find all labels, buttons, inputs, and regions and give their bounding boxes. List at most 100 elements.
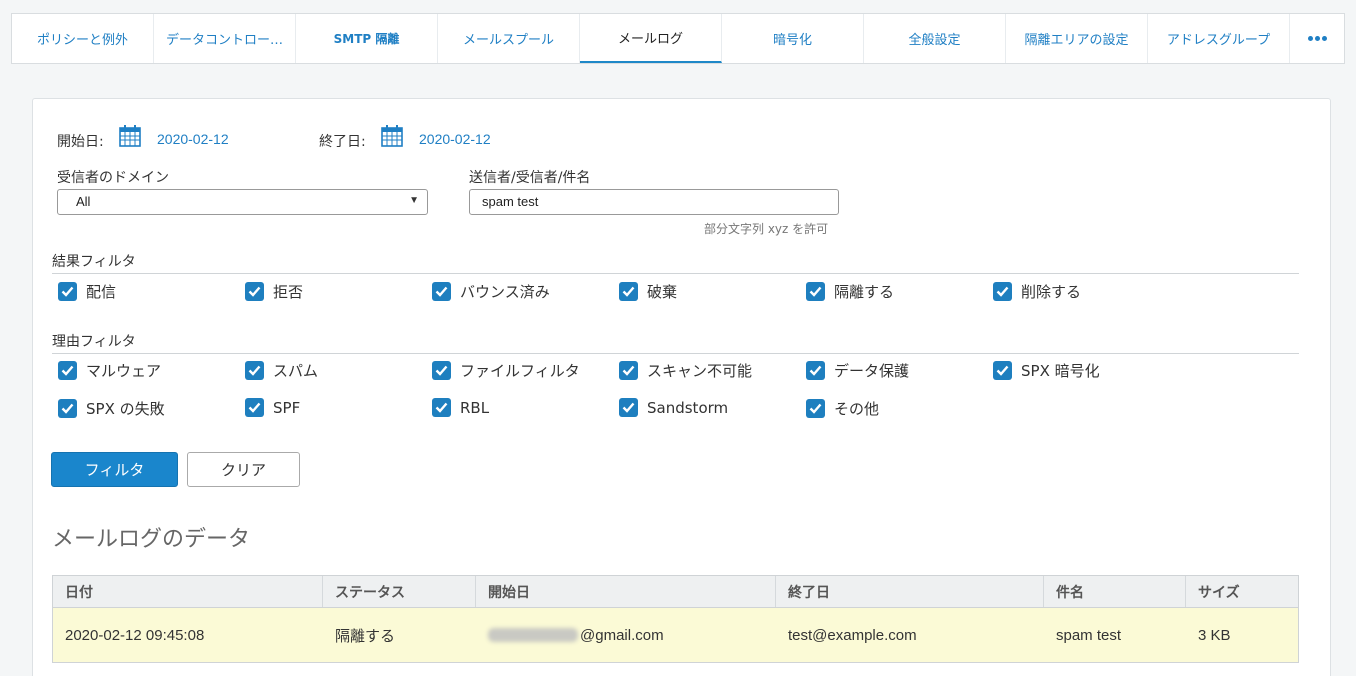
checkbox-label: 隔離する <box>834 283 895 301</box>
checkmark-icon <box>58 399 77 418</box>
checkbox-label: スキャン不可能 <box>647 362 753 380</box>
mail-log-table: 日付 ステータス 開始日 終了日 件名 サイズ 2020-02-12 09:45… <box>52 575 1299 663</box>
checkbox-quarantined[interactable]: 隔離する <box>806 281 894 302</box>
divider <box>52 273 1299 274</box>
checkbox-label: 削除する <box>1021 283 1082 301</box>
column-header-size[interactable]: サイズ <box>1186 576 1298 607</box>
cell-size: 3 KB <box>1198 626 1231 644</box>
checkmark-icon <box>806 399 825 418</box>
domain-select-value: All <box>76 194 91 209</box>
end-date-value[interactable]: 2020-02-12 <box>419 131 491 147</box>
checkbox-label: ファイルフィルタ <box>460 362 580 380</box>
checkbox-spx-encryption[interactable]: SPX 暗号化 <box>993 360 1100 381</box>
checkbox-label: マルウェア <box>86 362 162 380</box>
cell-date: 2020-02-12 09:45:08 <box>65 626 205 644</box>
checkbox-label: RBL <box>460 398 490 417</box>
checkmark-icon <box>619 398 638 417</box>
domain-label: 受信者のドメイン <box>57 170 169 186</box>
checkmark-icon <box>993 282 1012 301</box>
checkmark-icon <box>806 282 825 301</box>
checkbox-unscannable[interactable]: スキャン不可能 <box>619 360 752 381</box>
domain-select[interactable]: All ▼ <box>57 189 428 215</box>
calendar-icon[interactable] <box>119 125 141 147</box>
checkmark-icon <box>58 361 77 380</box>
cell-status: 隔離する <box>335 627 396 645</box>
search-label: 送信者/受信者/件名 <box>469 170 591 186</box>
checkmark-icon <box>619 361 638 380</box>
cell-from: @gmail.com <box>476 608 776 662</box>
column-header-from[interactable]: 開始日 <box>476 576 776 607</box>
checkmark-icon <box>993 361 1012 380</box>
dropdown-arrow-icon: ▼ <box>409 195 419 206</box>
checkbox-label: SPX の失敗 <box>86 400 165 418</box>
start-date-value[interactable]: 2020-02-12 <box>157 131 229 147</box>
reason-filter-title: 理由フィルタ <box>52 334 136 350</box>
column-header-to[interactable]: 終了日 <box>776 576 1044 607</box>
checkbox-label: SPF <box>273 398 301 417</box>
tab-mail-spool[interactable]: メールスプール <box>438 14 580 63</box>
column-header-date[interactable]: 日付 <box>53 576 323 607</box>
checkmark-icon <box>245 361 264 380</box>
checkbox-other[interactable]: その他 <box>806 398 879 419</box>
checkbox-label: その他 <box>834 400 880 418</box>
checkmark-icon <box>432 282 451 301</box>
search-input[interactable]: spam test <box>469 189 839 215</box>
checkbox-label: スパム <box>273 362 319 380</box>
checkbox-label: SPX 暗号化 <box>1021 362 1100 380</box>
checkmark-icon <box>432 398 451 417</box>
tab-data-control[interactable]: データコントロー… <box>154 14 296 63</box>
checkmark-icon <box>806 361 825 380</box>
cell-subject: spam test <box>1056 626 1122 644</box>
filter-button[interactable]: フィルタ <box>51 452 178 487</box>
checkbox-label: Sandstorm <box>647 398 729 417</box>
start-date-label: 開始日: <box>57 134 104 150</box>
tab-address-groups[interactable]: アドレスグループ <box>1148 14 1290 63</box>
checkbox-delivered[interactable]: 配信 <box>58 281 116 302</box>
checkbox-label: 破棄 <box>647 283 678 301</box>
tab-mail-log[interactable]: メールログ <box>580 14 722 63</box>
divider <box>52 353 1299 354</box>
clear-button[interactable]: クリア <box>187 452 300 487</box>
more-tabs-button[interactable] <box>1290 14 1344 63</box>
checkbox-spam[interactable]: スパム <box>245 360 318 381</box>
checkbox-label: データ保護 <box>834 362 910 380</box>
checkbox-bounced[interactable]: バウンス済み <box>432 281 550 302</box>
search-input-value: spam test <box>482 194 539 209</box>
checkbox-malware[interactable]: マルウェア <box>58 360 161 381</box>
tab-smtp-quarantine[interactable]: SMTP 隔離 <box>296 14 438 63</box>
calendar-icon[interactable] <box>381 125 403 147</box>
checkbox-discarded[interactable]: 破棄 <box>619 281 677 302</box>
redacted-text <box>488 628 578 642</box>
checkmark-icon <box>58 282 77 301</box>
checkmark-icon <box>432 361 451 380</box>
checkbox-spx-failure[interactable]: SPX の失敗 <box>58 398 165 419</box>
checkbox-deleted[interactable]: 削除する <box>993 281 1081 302</box>
checkmark-icon <box>245 282 264 301</box>
checkbox-spf[interactable]: SPF <box>245 398 300 417</box>
checkbox-label: 配信 <box>86 283 117 301</box>
table-header: 日付 ステータス 開始日 終了日 件名 サイズ <box>53 576 1298 608</box>
checkmark-icon <box>619 282 638 301</box>
search-hint: 部分文字列 xyz を許可 <box>704 222 829 236</box>
tab-policies[interactable]: ポリシーと例外 <box>12 14 154 63</box>
tab-general-settings[interactable]: 全般設定 <box>864 14 1006 63</box>
tab-bar: ポリシーと例外 データコントロー… SMTP 隔離 メールスプール メールログ … <box>11 13 1345 64</box>
checkbox-rejected[interactable]: 拒否 <box>245 281 303 302</box>
cell-to: test@example.com <box>788 626 917 644</box>
checkbox-rbl[interactable]: RBL <box>432 398 489 417</box>
cell-from-domain: @gmail.com <box>580 626 664 644</box>
table-row[interactable]: 2020-02-12 09:45:08 隔離する @gmail.com test… <box>53 608 1298 662</box>
column-header-status[interactable]: ステータス <box>323 576 476 607</box>
checkbox-sandstorm[interactable]: Sandstorm <box>619 398 728 417</box>
tab-quarantine-settings[interactable]: 隔離エリアの設定 <box>1006 14 1148 63</box>
checkbox-file-filter[interactable]: ファイルフィルタ <box>432 360 580 381</box>
data-section-heading: メールログのデータ <box>52 527 251 552</box>
result-filter-title: 結果フィルタ <box>52 254 136 270</box>
more-icon <box>1307 36 1327 41</box>
tab-encryption[interactable]: 暗号化 <box>722 14 864 63</box>
column-header-subject[interactable]: 件名 <box>1044 576 1186 607</box>
end-date-label: 終了日: <box>319 134 366 150</box>
checkbox-data-protection[interactable]: データ保護 <box>806 360 909 381</box>
checkbox-label: バウンス済み <box>460 283 550 301</box>
checkbox-label: 拒否 <box>273 283 304 301</box>
